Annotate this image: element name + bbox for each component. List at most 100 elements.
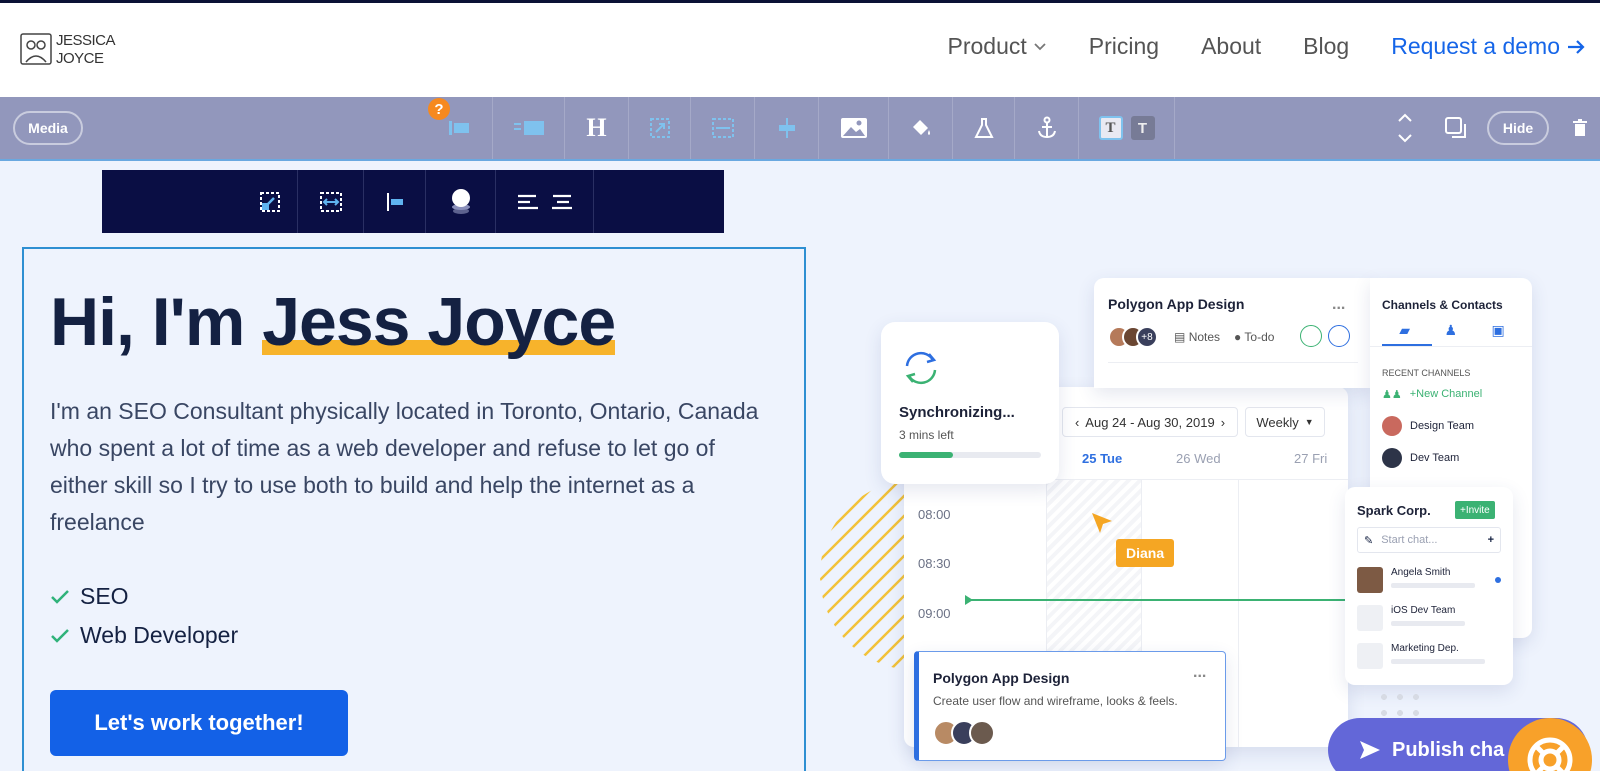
hero-section: Hi, I'm Jess Joyce I'm an SEO Consultant…: [22, 247, 806, 771]
date-range-picker[interactable]: ‹ Aug 24 - Aug 30, 2019 ›: [1062, 407, 1238, 437]
media-button[interactable]: Media: [13, 111, 83, 145]
date-range-label: Aug 24 - Aug 30, 2019: [1085, 414, 1215, 430]
chat-tab-icon[interactable]: ▰: [1399, 322, 1410, 339]
editor-toolbar: Media H T T Hide: [0, 97, 1600, 161]
notes-link[interactable]: ▤ Notes: [1174, 330, 1220, 344]
task-card-title: Polygon App Design: [933, 670, 1070, 686]
check-icon: [51, 589, 69, 604]
phone-icon[interactable]: [1300, 325, 1322, 347]
check-circle-icon: ●: [1234, 330, 1242, 344]
divider: [1238, 480, 1239, 747]
chevron-left-icon[interactable]: ‹: [1075, 415, 1079, 430]
hero-title: Hi, I'm Jess Joyce: [50, 283, 616, 361]
task-card: Polygon App Design ... Create user flow …: [914, 651, 1226, 761]
online-dot: [1495, 577, 1501, 583]
nav-about[interactable]: About: [1201, 33, 1261, 60]
contacts-tab-icon[interactable]: ▣: [1492, 322, 1505, 339]
heading-icon[interactable]: H: [565, 97, 629, 159]
more-icon[interactable]: ...: [1332, 296, 1345, 314]
start-chat-input[interactable]: ✎ Start chat... +: [1357, 527, 1501, 553]
add-icon[interactable]: +: [1488, 534, 1494, 546]
day-header[interactable]: 26 Wed: [1176, 451, 1221, 466]
hero-title-prefix: Hi, I'm: [50, 284, 263, 360]
day-header[interactable]: 27 Fri: [1294, 451, 1327, 466]
sub-shadow-icon[interactable]: [426, 170, 496, 233]
hero-title-name: Jess Joyce: [262, 284, 616, 360]
skill-list: SEO Web Developer: [50, 577, 238, 655]
sync-card: Synchronizing... 3 mins left: [881, 322, 1059, 484]
media-text-icon[interactable]: [493, 97, 565, 159]
project-card-title: Polygon App Design: [1108, 296, 1245, 312]
people-tab-icon[interactable]: ♟: [1444, 322, 1457, 339]
align-left-icon[interactable]: [516, 193, 540, 211]
site-header: JESSICA JOYCE Product Pricing About Blog…: [0, 3, 1600, 97]
sub-text-align-group: [496, 170, 594, 233]
logo-line-2: JOYCE: [56, 50, 104, 67]
time-label: 08:00: [918, 507, 951, 522]
notes-label: Notes: [1188, 330, 1221, 344]
invite-button[interactable]: +Invite: [1455, 501, 1495, 519]
check-icon: [51, 628, 69, 643]
align-center-icon[interactable]: [550, 193, 574, 211]
sync-subtitle: 3 mins left: [899, 428, 954, 442]
help-badge[interactable]: ?: [428, 98, 450, 120]
view-select-label: Weekly: [1256, 414, 1299, 430]
project-members: +8: [1108, 326, 1158, 348]
channel-name: Design Team: [1410, 420, 1474, 432]
move-updown-icon[interactable]: [1396, 97, 1414, 159]
logo[interactable]: JESSICA JOYCE: [20, 32, 116, 68]
divider: [1108, 362, 1358, 363]
video-icon[interactable]: [1328, 325, 1350, 347]
avatar: [1357, 567, 1383, 593]
trash-icon[interactable]: [1572, 97, 1588, 159]
resize-icon[interactable]: [629, 97, 691, 159]
avatar: [969, 720, 995, 746]
more-icon[interactable]: ...: [1193, 664, 1206, 682]
view-select[interactable]: Weekly ▼: [1245, 407, 1325, 437]
skill-item: Web Developer: [50, 616, 238, 655]
sub-width-icon[interactable]: [298, 170, 364, 233]
divider: [1370, 346, 1532, 347]
hero-title-name-highlight: Jess Joyce: [262, 283, 616, 361]
spark-title: Spark Corp.: [1357, 503, 1431, 518]
avatar-extra-count: +8: [1136, 326, 1158, 348]
hide-button[interactable]: Hide: [1487, 111, 1549, 145]
text-style-2-icon[interactable]: T: [1130, 116, 1155, 140]
recent-channels-heading: RECENT CHANNELS: [1382, 368, 1471, 378]
todo-link[interactable]: ● To-do: [1234, 330, 1274, 344]
contact-row[interactable]: Angela Smith: [1357, 567, 1475, 593]
spark-chat-card: Spark Corp. +Invite ✎ Start chat... + An…: [1345, 487, 1513, 685]
duplicate-icon[interactable]: [1444, 97, 1468, 159]
logo-text: JESSICA JOYCE: [56, 32, 116, 68]
nav-blog[interactable]: Blog: [1303, 33, 1349, 60]
nav-request-demo[interactable]: Request a demo: [1391, 33, 1586, 60]
nav-pricing[interactable]: Pricing: [1089, 33, 1159, 60]
anchor-icon[interactable]: [1015, 97, 1079, 159]
day-header[interactable]: 25 Tue: [1082, 451, 1122, 466]
sync-title: Synchronizing...: [899, 404, 1015, 421]
contact-row[interactable]: iOS Dev Team: [1357, 605, 1465, 631]
caret-down-icon: ▼: [1304, 417, 1314, 427]
nav-product[interactable]: Product: [947, 33, 1046, 60]
sync-progress-track: [899, 452, 1041, 458]
time-label: 08:30: [918, 556, 951, 571]
contact-name: Marketing Dep.: [1391, 643, 1459, 654]
text-style-1-icon[interactable]: T: [1098, 116, 1123, 140]
sub-resize-icon[interactable]: [242, 170, 298, 233]
flask-icon[interactable]: [953, 97, 1015, 159]
new-channel-link[interactable]: ♟♟ +New Channel: [1382, 388, 1482, 401]
channel-item[interactable]: Design Team: [1382, 416, 1474, 436]
cta-button[interactable]: Let's work together!: [50, 690, 348, 756]
chevron-right-icon[interactable]: ›: [1221, 415, 1225, 430]
channel-item[interactable]: Dev Team: [1382, 448, 1459, 468]
contact-row[interactable]: Marketing Dep.: [1357, 643, 1485, 669]
cursor-label: Diana: [1116, 539, 1175, 567]
image-icon[interactable]: [819, 97, 889, 159]
width-icon[interactable]: [691, 97, 755, 159]
sub-align-left-icon[interactable]: [364, 170, 426, 233]
sync-icon: [905, 351, 937, 385]
vertical-align-icon[interactable]: [755, 97, 819, 159]
skill-item: SEO: [50, 577, 238, 616]
channel-avatar: [1382, 448, 1402, 468]
fill-color-icon[interactable]: [889, 97, 953, 159]
